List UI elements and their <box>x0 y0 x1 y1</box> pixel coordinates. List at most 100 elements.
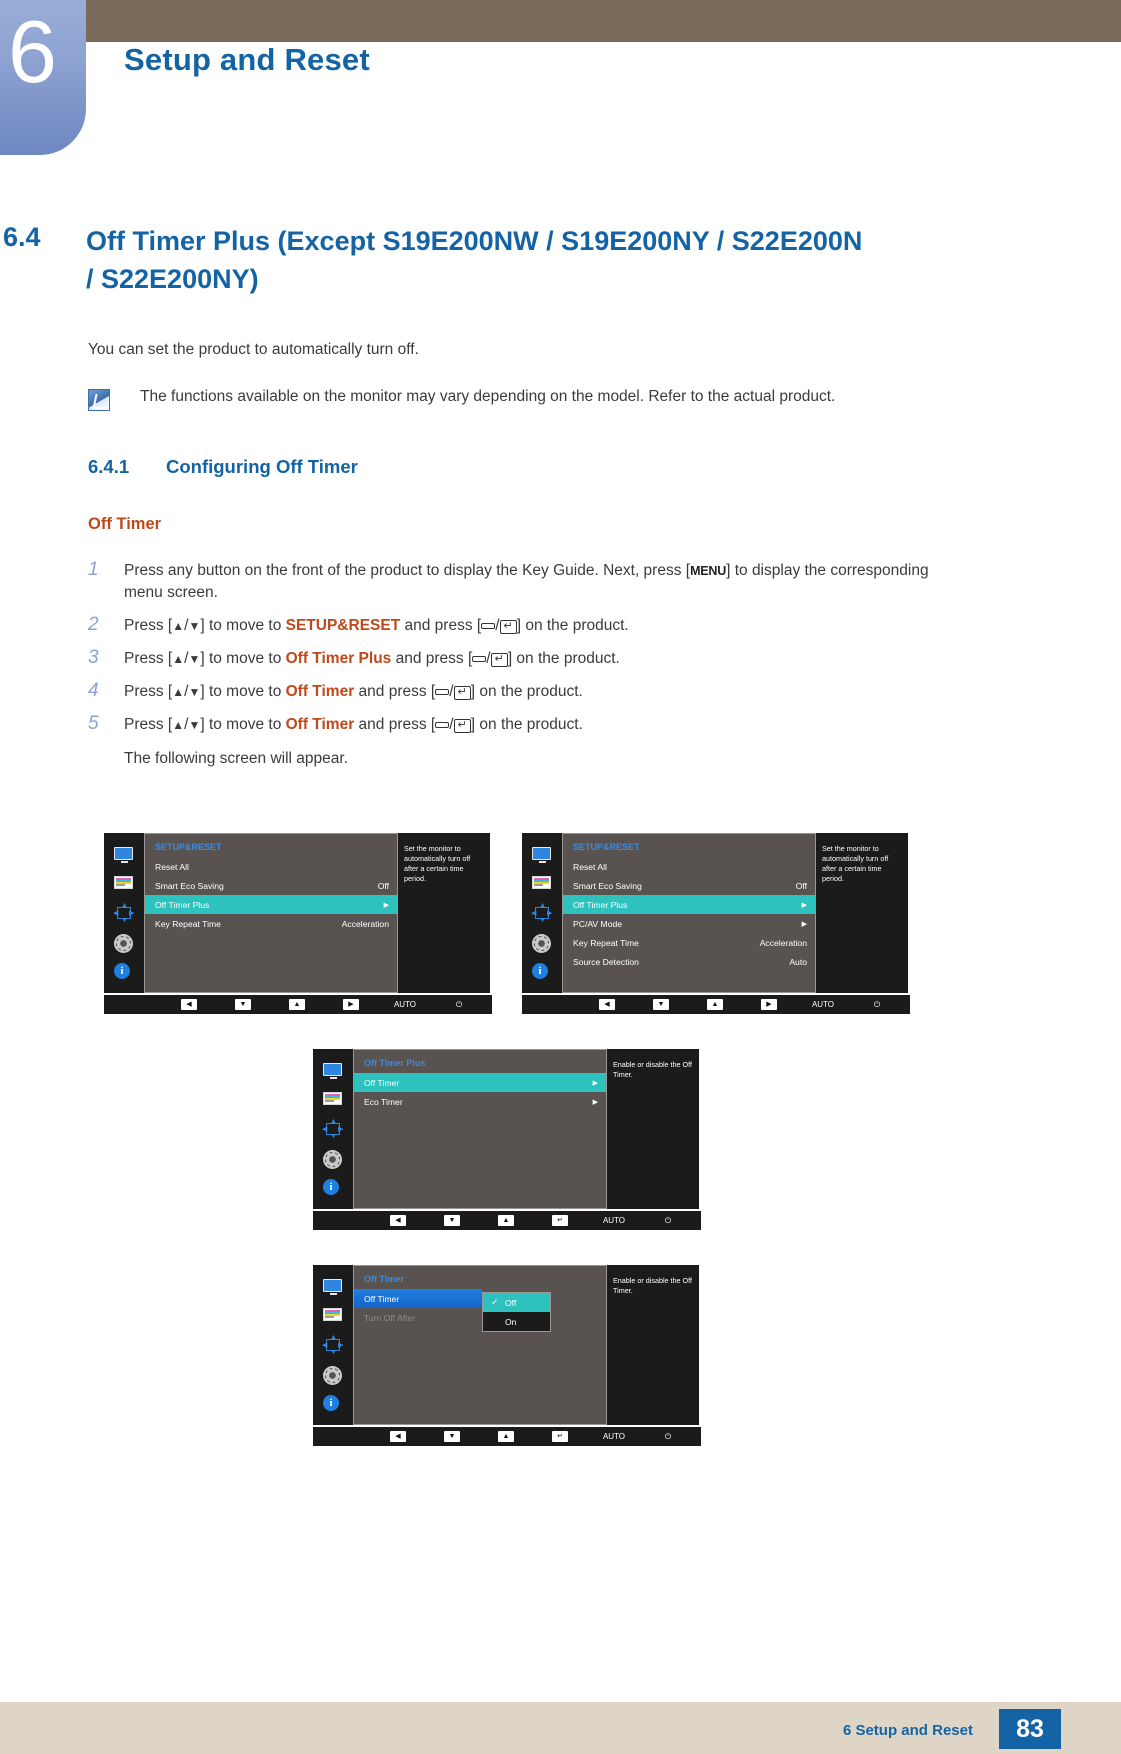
procedure-step: 2 Press [▲ / ▼] to move to SETUP&RESET and … <box>88 614 968 637</box>
osd-key-guide-item[interactable]: AUTO <box>587 1216 641 1225</box>
osd-menu-item[interactable]: Eco Timer ▶ <box>354 1092 606 1111</box>
osd-key-cap: ▼ <box>443 1215 461 1226</box>
procedure-step: 3 Press [▲ / ▼] to move to Off Timer Plus a… <box>88 647 968 670</box>
procedure-steps: 1 Press any button on the front of the pr… <box>88 559 968 768</box>
step-text: Press [▲ / ▼] to move to Off Timer and pre… <box>124 716 583 733</box>
step-text-fragment: ] to move to <box>200 716 286 733</box>
osd-menu-item-value: Acceleration <box>759 937 807 948</box>
gear-icon <box>114 934 134 954</box>
monitor-icon <box>323 1279 343 1296</box>
step-text-fragment: Press [ <box>124 716 173 733</box>
osd-key-guide-item[interactable]: ▲ <box>479 1431 533 1442</box>
osd-key-guide-item[interactable]: ⏻ <box>850 1000 904 1010</box>
osd-key-guide-item[interactable]: ▼ <box>425 1431 479 1442</box>
step-text-fragment: and press [ <box>354 716 436 733</box>
osd-menu-item[interactable]: Turn Off After <box>354 1308 606 1327</box>
osd-menu-panel: SETUP&RESET Reset All Smart Eco Saving Off O… <box>144 833 398 993</box>
osd-key-guide-bar: ◀ ▼ ▲ ↵ AUTO ⏻ <box>313 1427 701 1446</box>
info-icon: i <box>114 962 134 979</box>
osd-menu-item[interactable]: Off Timer Plus ▶ <box>563 895 815 914</box>
step-number: 1 <box>88 559 99 580</box>
enter-button-glyph: ↵ <box>499 620 517 634</box>
step-text-fragment: ] on the product. <box>507 650 620 667</box>
chevron-right-icon: ▶ <box>592 1079 598 1087</box>
osd-option-item[interactable]: ✓ Off <box>483 1293 551 1312</box>
osd-menu-item[interactable]: Reset All <box>563 857 815 876</box>
osd-body: ▲ ▼ ◀ ▶ i Off Timer Plus Off Timer ▶ Eco Timer ▶ E… <box>313 1049 701 1209</box>
osd-key-guide-item[interactable]: AUTO <box>378 1000 432 1009</box>
osd-key-guide-item[interactable]: ▶ <box>742 999 796 1010</box>
osd-menu-item-label: Source Detection <box>573 956 639 967</box>
osd-key-guide-item[interactable]: ▲ <box>479 1215 533 1226</box>
osd-screen-off-timer: ▲ ▼ ◀ ▶ i Off Timer Off Timer Turn Off After ✓ Of… <box>313 1265 701 1446</box>
osd-key-guide-item[interactable]: AUTO <box>796 1000 850 1009</box>
osd-key-cap: ▶ <box>343 999 359 1010</box>
osd-menu-item[interactable]: PC/AV Mode ▶ <box>563 914 815 933</box>
osd-key-guide-item[interactable]: ▲ <box>270 999 324 1010</box>
step-number: 4 <box>88 680 99 701</box>
osd-key-cap: ▲ <box>497 1431 515 1442</box>
osd-menu-item-label: Off Timer Plus <box>573 899 628 910</box>
osd-key-guide-item[interactable]: ⏻ <box>432 1000 486 1010</box>
osd-key-cap: ▲ <box>706 999 724 1010</box>
osd-key-guide-bar: ◀ ▼ ▲ ▶ AUTO ⏻ <box>522 995 910 1014</box>
osd-menu-item[interactable]: Key Repeat Time Acceleration <box>563 933 815 952</box>
osd-key-guide-item[interactable]: ◀ <box>162 999 216 1010</box>
osd-icon-rail: ▲ ▼ ◀ ▶ i <box>313 1265 353 1425</box>
osd-key-cap: ↵ <box>552 1215 568 1226</box>
osd-menu-item-value: Off <box>377 880 389 891</box>
section-number: 6.4 <box>3 222 41 252</box>
note-text: The functions available on the monitor m… <box>140 388 836 405</box>
osd-menu-item[interactable]: Reset All <box>145 857 397 876</box>
osd-key-guide-item[interactable]: ◀ <box>371 1215 425 1226</box>
osd-menu-item[interactable]: Source Detection Auto <box>563 952 815 971</box>
osd-menu-item-label: Reset All <box>573 861 607 872</box>
osd-option-item[interactable]: On <box>483 1312 550 1331</box>
intro-paragraph: You can set the product to automatically… <box>88 341 419 358</box>
step-number: 3 <box>88 647 99 668</box>
step-text: Press [▲ / ▼] to move to Off Timer and pre… <box>124 683 583 700</box>
step-number: 5 <box>88 713 99 734</box>
osd-menu-item[interactable]: Off Timer <box>354 1289 482 1308</box>
osd-key-guide-item[interactable]: AUTO <box>587 1432 641 1441</box>
chapter-number-tab: 6 <box>0 0 86 155</box>
osd-menu-item[interactable]: Key Repeat Time Acceleration <box>145 914 397 933</box>
arrow-key-glyph: ▲ <box>172 619 185 633</box>
back-button-glyph <box>435 722 450 728</box>
step-text-fragment: ] on the product. <box>470 683 583 700</box>
step-text: Press any button on the front of the pro… <box>124 562 929 601</box>
osd-key-guide-item[interactable]: ◀ <box>371 1431 425 1442</box>
step-text-fragment: and press [ <box>354 683 436 700</box>
osd-key-guide-item[interactable]: ⏻ <box>641 1216 695 1226</box>
osd-body: ▲ ▼ ◀ ▶ i SETUP&RESET Reset All Smart Eco Savin… <box>522 833 910 993</box>
topic-title: Off Timer <box>88 515 162 533</box>
enter-button-glyph: ↵ <box>490 653 508 667</box>
osd-option-label: Off <box>505 1297 517 1308</box>
osd-key-guide-item[interactable]: ↵ <box>533 1215 587 1226</box>
step-text-fragment: Press [ <box>124 617 173 634</box>
color-bars-icon <box>323 1091 343 1108</box>
color-bars-icon <box>323 1307 343 1324</box>
osd-key-guide-item[interactable]: ▲ <box>688 999 742 1010</box>
osd-key-guide-item[interactable]: ▼ <box>634 999 688 1010</box>
osd-key-guide-item[interactable]: ▼ <box>425 1215 479 1226</box>
osd-key-guide-item[interactable]: ⏻ <box>641 1432 695 1442</box>
osd-key-cap: ◀ <box>390 1215 406 1226</box>
osd-menu-item-value: Acceleration <box>341 918 389 929</box>
step-text-fragment: Press any button on the front of the pro… <box>124 562 691 579</box>
step-text-fragment: ] on the product. <box>516 617 629 634</box>
osd-menu-item[interactable]: Smart Eco Saving Off <box>563 876 815 895</box>
osd-key-guide-item[interactable]: ▶ <box>324 999 378 1010</box>
highlighted-menu-name: Off Timer <box>285 683 355 700</box>
osd-menu-item-label: Eco Timer <box>364 1096 403 1107</box>
osd-menu-item[interactable]: Smart Eco Saving Off <box>145 876 397 895</box>
osd-key-guide-item[interactable]: ◀ <box>580 999 634 1010</box>
osd-option-label: On <box>505 1316 517 1327</box>
osd-menu-item[interactable]: Off Timer Plus ▶ <box>145 895 397 914</box>
osd-key-cap: ▲ <box>497 1215 515 1226</box>
osd-menu-item-label: Smart Eco Saving <box>155 880 224 891</box>
osd-menu-item[interactable]: Off Timer ▶ <box>354 1073 606 1092</box>
info-icon: i <box>323 1178 343 1195</box>
osd-key-guide-item[interactable]: ↵ <box>533 1431 587 1442</box>
osd-key-guide-item[interactable]: ▼ <box>216 999 270 1010</box>
